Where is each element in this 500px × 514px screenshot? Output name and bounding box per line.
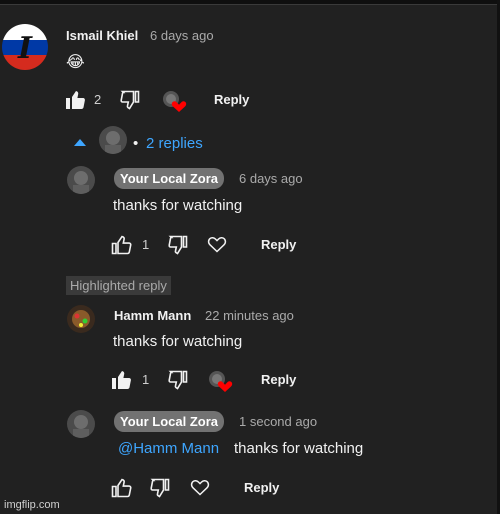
svg-text:I: I: [17, 31, 33, 66]
like-count: 1: [142, 372, 150, 387]
reply-text: thanks for watching: [113, 197, 243, 214]
reply-button[interactable]: Reply: [214, 92, 249, 107]
creator-name-badge[interactable]: Your Local Zora: [114, 168, 224, 189]
reply-avatar[interactable]: [67, 166, 95, 194]
like-count: 2: [94, 92, 102, 107]
comment-time[interactable]: 6 days ago: [150, 28, 214, 43]
reply-button[interactable]: Reply: [261, 372, 296, 387]
collapse-arrow-icon[interactable]: [73, 137, 87, 147]
like-icon[interactable]: [110, 368, 134, 392]
heart-outline-icon[interactable]: [190, 478, 210, 496]
reply-avatar[interactable]: [67, 305, 95, 333]
avatar-russia-flag[interactable]: I: [2, 24, 48, 70]
dislike-icon[interactable]: [166, 368, 190, 392]
reply-button[interactable]: Reply: [244, 480, 279, 495]
creator-heart-icon: [162, 90, 188, 114]
imgflip-watermark: imgflip.com: [4, 499, 60, 511]
reply-text: thanks for watching: [113, 333, 243, 350]
reply-time[interactable]: 1 second ago: [239, 414, 317, 429]
dislike-icon[interactable]: [118, 88, 142, 112]
like-icon[interactable]: [110, 476, 134, 500]
reply-avatar[interactable]: [67, 410, 95, 438]
replier-avatar: [99, 126, 127, 154]
replies-dot: •: [133, 135, 139, 152]
top-border: [0, 0, 500, 5]
mention-link[interactable]: @Hamm Mann: [118, 440, 219, 457]
replies-toggle-button[interactable]: 2 replies: [146, 135, 203, 152]
reply-time[interactable]: 6 days ago: [239, 171, 303, 186]
creator-name-badge[interactable]: Your Local Zora: [114, 411, 224, 432]
like-count: 1: [142, 237, 150, 252]
reply-time[interactable]: 22 minutes ago: [205, 308, 294, 323]
like-icon[interactable]: [64, 88, 88, 112]
reply-author[interactable]: Hamm Mann: [114, 308, 191, 323]
reply-text: thanks for watching: [234, 440, 364, 457]
comment-author[interactable]: Ismail Khiel: [66, 28, 138, 43]
heart-outline-icon[interactable]: [207, 235, 227, 253]
highlighted-reply-label: Highlighted reply: [66, 276, 171, 295]
like-icon[interactable]: [110, 233, 134, 257]
reply-button[interactable]: Reply: [261, 237, 296, 252]
dislike-icon[interactable]: [166, 233, 190, 257]
creator-heart-icon: [208, 370, 234, 394]
comment-text: 😂: [66, 54, 85, 71]
dislike-icon[interactable]: [148, 476, 172, 500]
